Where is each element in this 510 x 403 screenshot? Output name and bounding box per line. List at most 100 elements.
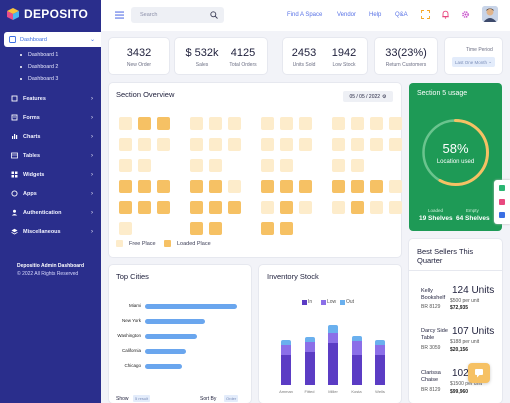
inventory-bar-out[interactable] xyxy=(304,337,315,342)
loaded-slot[interactable] xyxy=(370,180,383,193)
inventory-bar-in[interactable] xyxy=(328,343,338,385)
free-slot[interactable] xyxy=(299,138,312,151)
loaded-slot[interactable] xyxy=(138,180,151,193)
free-slot[interactable] xyxy=(209,117,222,130)
free-slot[interactable] xyxy=(209,159,222,172)
loaded-slot[interactable] xyxy=(119,180,132,193)
city-bar[interactable] xyxy=(145,319,205,324)
inventory-bar-low[interactable] xyxy=(351,341,362,355)
free-slot[interactable] xyxy=(299,117,312,130)
loaded-slot[interactable] xyxy=(209,201,222,214)
free-slot[interactable] xyxy=(332,201,345,214)
free-slot[interactable] xyxy=(190,117,203,130)
city-bar[interactable] xyxy=(145,349,187,354)
free-slot[interactable] xyxy=(332,138,345,151)
free-slot[interactable] xyxy=(332,117,345,130)
inventory-bar-out[interactable] xyxy=(351,336,362,341)
menu-icon[interactable] xyxy=(115,11,124,19)
show-select[interactable]: 5 result xyxy=(133,395,151,402)
inventory-bar-in[interactable] xyxy=(351,355,362,385)
free-slot[interactable] xyxy=(261,159,274,172)
avatar[interactable] xyxy=(482,6,498,22)
city-bar[interactable] xyxy=(145,364,182,369)
free-slot[interactable] xyxy=(299,201,312,214)
sidebar-item-tables[interactable]: Tables › xyxy=(11,152,97,159)
free-slot[interactable] xyxy=(280,159,293,172)
loaded-slot[interactable] xyxy=(261,180,274,193)
free-slot[interactable] xyxy=(370,138,383,151)
free-slot[interactable] xyxy=(370,117,383,130)
free-slot[interactable] xyxy=(389,180,402,193)
brand-logo[interactable]: DEPOSITO xyxy=(6,7,88,21)
loaded-slot[interactable] xyxy=(119,201,132,214)
sidebar-item-apps[interactable]: Apps › xyxy=(11,190,97,197)
free-slot[interactable] xyxy=(119,117,132,130)
inventory-bar-low[interactable] xyxy=(281,345,291,355)
loaded-slot[interactable] xyxy=(138,201,151,214)
free-slot[interactable] xyxy=(190,138,203,151)
time-period-select[interactable]: Last One Month ⌄ xyxy=(452,57,495,67)
green-tool-icon[interactable] xyxy=(499,185,505,191)
inventory-bar-out[interactable] xyxy=(375,340,385,345)
date-picker[interactable]: 05 / 05 / 2022 ⚙ xyxy=(343,91,393,102)
loaded-slot[interactable] xyxy=(190,222,203,235)
inventory-bar-in[interactable] xyxy=(281,355,291,385)
sort-select[interactable]: Order xyxy=(224,395,239,402)
free-slot[interactable] xyxy=(389,138,402,151)
sidebar-item-miscellaneous[interactable]: Miscellaneous › xyxy=(11,228,97,235)
free-slot[interactable] xyxy=(119,222,132,235)
loaded-slot[interactable] xyxy=(351,201,364,214)
free-slot[interactable] xyxy=(138,159,151,172)
loaded-slot[interactable] xyxy=(157,180,170,193)
inventory-bar-out[interactable] xyxy=(328,325,338,333)
sidebar-subitem-dashboard-1[interactable]: Dashboard 1 xyxy=(20,52,58,58)
free-slot[interactable] xyxy=(351,138,364,151)
find-a-space-link[interactable]: Find A Space xyxy=(287,12,322,18)
free-slot[interactable] xyxy=(261,138,274,151)
search-input[interactable]: Search xyxy=(131,7,224,23)
loaded-slot[interactable] xyxy=(351,180,364,193)
city-bar[interactable] xyxy=(145,304,237,309)
free-slot[interactable] xyxy=(389,201,402,214)
loaded-slot[interactable] xyxy=(280,180,293,193)
search-icon[interactable] xyxy=(210,11,218,19)
free-slot[interactable] xyxy=(351,159,364,172)
sidebar-item-features[interactable]: Features › xyxy=(11,95,97,102)
free-slot[interactable] xyxy=(209,138,222,151)
help-link[interactable]: Help xyxy=(369,12,381,18)
sidebar-item-widgets[interactable]: Widgets › xyxy=(11,171,97,178)
vendor-link[interactable]: Vendor xyxy=(337,12,356,18)
free-slot[interactable] xyxy=(280,138,293,151)
bell-icon[interactable] xyxy=(441,10,450,19)
loaded-slot[interactable] xyxy=(157,117,170,130)
loaded-slot[interactable] xyxy=(209,180,222,193)
free-slot[interactable] xyxy=(261,201,274,214)
free-slot[interactable] xyxy=(157,138,170,151)
free-slot[interactable] xyxy=(280,117,293,130)
loaded-slot[interactable] xyxy=(209,222,222,235)
loaded-slot[interactable] xyxy=(190,180,203,193)
inventory-bar-low[interactable] xyxy=(375,345,385,355)
free-slot[interactable] xyxy=(190,159,203,172)
inventory-bar-low[interactable] xyxy=(328,333,338,343)
loaded-slot[interactable] xyxy=(228,201,241,214)
blue-tool-icon[interactable] xyxy=(499,212,505,218)
free-slot[interactable] xyxy=(138,138,151,151)
sidebar-item-charts[interactable]: Charts › xyxy=(11,133,97,140)
qa-link[interactable]: Q&A xyxy=(395,12,408,18)
sidebar-item-authentication[interactable]: Authentication › xyxy=(11,209,97,216)
free-slot[interactable] xyxy=(228,117,241,130)
chat-button[interactable] xyxy=(468,363,490,383)
pink-tool-icon[interactable] xyxy=(499,199,505,205)
free-slot[interactable] xyxy=(261,117,274,130)
sidebar-subitem-dashboard-2[interactable]: Dashboard 2 xyxy=(20,64,58,70)
loaded-slot[interactable] xyxy=(280,201,293,214)
loaded-slot[interactable] xyxy=(261,222,274,235)
free-slot[interactable] xyxy=(370,201,383,214)
inventory-bar-in[interactable] xyxy=(304,352,315,385)
loaded-slot[interactable] xyxy=(280,222,293,235)
free-slot[interactable] xyxy=(351,117,364,130)
free-slot[interactable] xyxy=(228,180,241,193)
loaded-slot[interactable] xyxy=(332,180,345,193)
inventory-bar-low[interactable] xyxy=(304,342,315,352)
